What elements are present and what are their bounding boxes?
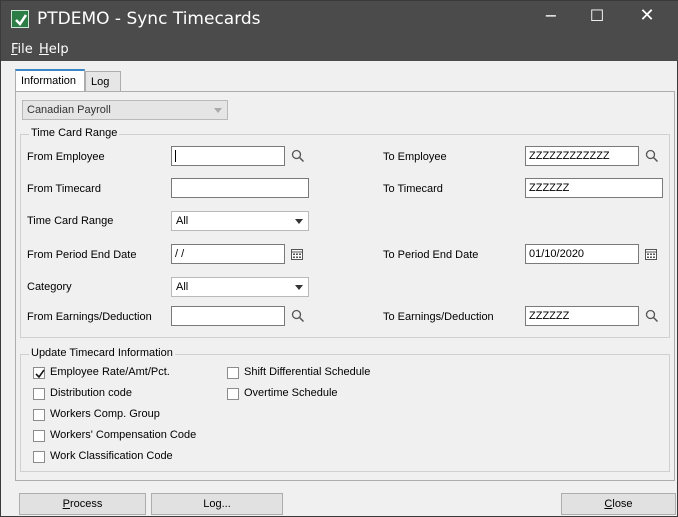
process-accel: P <box>62 498 70 510</box>
close-rest: lose <box>612 498 633 510</box>
to-employee-label: To Employee <box>383 151 447 163</box>
search-icon[interactable] <box>291 149 305 163</box>
update-timecard-information-group: Update Timecard Information Employee Rat… <box>20 347 670 472</box>
time-card-range-select[interactable]: All <box>171 211 309 231</box>
checkbox-box[interactable] <box>227 367 239 379</box>
information-panel: Canadian Payroll Time Card Range From Em… <box>15 91 675 481</box>
category-value: All <box>176 281 189 293</box>
category-select[interactable]: All <box>171 277 309 297</box>
search-icon[interactable] <box>645 149 659 163</box>
window-title: PTDEMO - Sync Timecards <box>37 9 261 29</box>
update-timecard-information-title: Update Timecard Information <box>29 347 175 359</box>
to-period-end-date-input[interactable]: 01/10/2020 <box>525 244 639 264</box>
process-rest: rocess <box>69 498 103 510</box>
to-period-end-date-value: 01/10/2020 <box>529 248 585 260</box>
to-timecard-label: To Timecard <box>383 183 443 195</box>
chevron-down-icon <box>214 108 222 113</box>
menu-bar: File Help <box>1 39 678 61</box>
menu-file-rest: ile <box>17 42 33 57</box>
menu-file[interactable]: File <box>11 42 33 57</box>
minimize-button[interactable]: − <box>528 1 574 31</box>
checkbox-label: Workers' Compensation Code <box>50 429 197 441</box>
chevron-down-icon <box>295 219 303 224</box>
tab-log[interactable]: Log <box>85 71 121 91</box>
payroll-select-value: Canadian Payroll <box>27 104 111 116</box>
calendar-icon[interactable] <box>291 248 303 260</box>
checkbox-label: Workers Comp. Group <box>50 408 160 420</box>
from-period-end-date-value: / / <box>175 248 185 260</box>
title-bar[interactable]: PTDEMO - Sync Timecards − ☐ ✕ <box>1 1 678 39</box>
app-icon <box>11 10 29 28</box>
from-earnings-deduction-input[interactable] <box>171 306 285 326</box>
from-employee-input[interactable] <box>171 146 285 166</box>
to-timecard-value: ZZZZZZ <box>529 182 570 194</box>
to-earnings-deduction-input[interactable]: ZZZZZZ <box>525 306 639 326</box>
from-employee-label: From Employee <box>27 151 105 163</box>
time-card-range-title: Time Card Range <box>29 127 120 139</box>
payroll-select: Canadian Payroll <box>22 100 228 120</box>
from-timecard-label: From Timecard <box>27 183 101 195</box>
to-employee-input[interactable]: ZZZZZZZZZZZZ <box>525 146 639 166</box>
checkbox-box[interactable] <box>33 388 45 400</box>
close-button[interactable]: Close <box>561 493 676 515</box>
from-period-end-date-input[interactable]: / / <box>171 244 285 264</box>
search-icon[interactable] <box>645 309 659 323</box>
to-period-end-date-label: To Period End Date <box>383 249 479 261</box>
from-earnings-deduction-label: From Earnings/Deduction <box>27 311 152 323</box>
sync-timecards-window: PTDEMO - Sync Timecards − ☐ ✕ File Help … <box>0 0 678 517</box>
tab-information[interactable]: Information <box>15 69 85 92</box>
to-earnings-deduction-label: To Earnings/Deduction <box>383 311 494 323</box>
checkbox-label: Overtime Schedule <box>244 387 338 399</box>
checkbox-box[interactable] <box>33 409 45 421</box>
checkmark-icon <box>35 369 45 379</box>
calendar-icon[interactable] <box>645 248 657 260</box>
to-timecard-input[interactable]: ZZZZZZ <box>525 178 663 198</box>
log-button[interactable]: Log... <box>151 493 283 515</box>
text-caret <box>175 150 176 162</box>
checkbox-box[interactable] <box>33 367 45 379</box>
maximize-button[interactable]: ☐ <box>574 1 620 31</box>
menu-help-accel: H <box>39 42 49 57</box>
category-label: Category <box>27 281 72 293</box>
chevron-down-icon <box>295 285 303 290</box>
time-card-range-label: Time Card Range <box>27 215 114 227</box>
checkbox-box[interactable] <box>33 451 45 463</box>
to-earnings-deduction-value: ZZZZZZ <box>529 310 570 322</box>
close-window-button[interactable]: ✕ <box>624 1 670 31</box>
process-button[interactable]: Process <box>19 493 146 515</box>
checkbox-box[interactable] <box>33 430 45 442</box>
checkbox-label: Shift Differential Schedule <box>244 366 371 378</box>
time-card-range-value: All <box>176 215 189 227</box>
checkbox-label: Employee Rate/Amt/Pct. <box>50 366 170 378</box>
search-icon[interactable] <box>291 309 305 323</box>
menu-help-rest: elp <box>48 42 69 57</box>
to-employee-value: ZZZZZZZZZZZZ <box>529 150 610 162</box>
from-timecard-input[interactable] <box>171 178 309 198</box>
from-period-end-date-label: From Period End Date <box>27 249 137 261</box>
time-card-range-group: Time Card Range From Employee To Employe… <box>20 127 670 338</box>
checkbox-box[interactable] <box>227 388 239 400</box>
menu-help[interactable]: Help <box>39 42 69 57</box>
checkbox-label: Work Classification Code <box>50 450 173 462</box>
checkbox-label: Distribution code <box>50 387 132 399</box>
